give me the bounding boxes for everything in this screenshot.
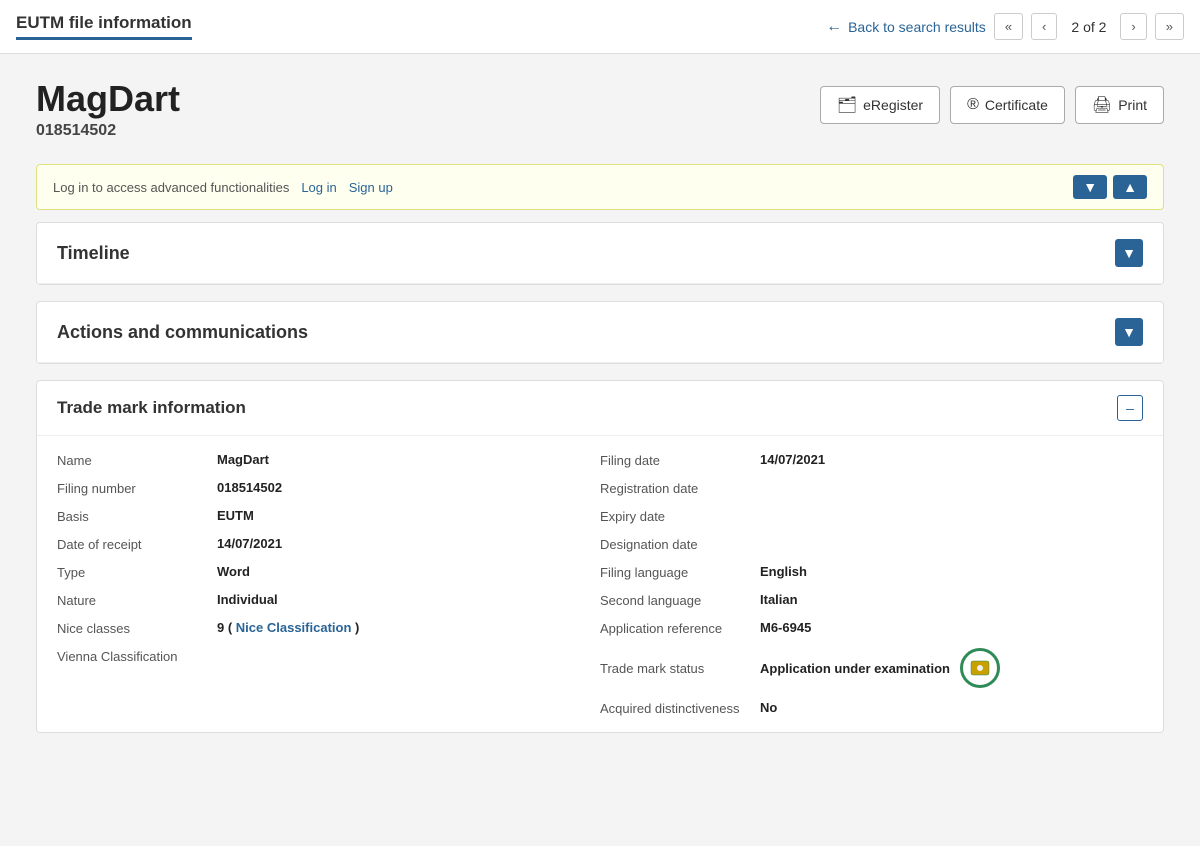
tm-row-second-language: Second language Italian <box>600 592 1143 608</box>
tm-label-designation-date: Designation date <box>600 536 760 552</box>
login-link[interactable]: Log in <box>301 180 336 195</box>
eregister-icon: 🗂 <box>837 95 857 115</box>
mark-name: MagDart <box>36 78 180 120</box>
timeline-section: Timeline ▼ <box>36 222 1164 285</box>
certificate-icon: ® <box>967 96 979 114</box>
tm-row-basis: Basis EUTM <box>57 508 600 524</box>
print-label: Print <box>1118 97 1147 113</box>
tm-label-acquired: Acquired distinctiveness <box>600 700 760 716</box>
next-page-button[interactable]: › <box>1120 13 1146 40</box>
tm-label-vienna: Vienna Classification <box>57 648 217 664</box>
tm-row-status: Trade mark status Application under exam… <box>600 648 1143 688</box>
tm-value-status: Application under examination <box>760 661 950 676</box>
tm-row-date-of-receipt: Date of receipt 14/07/2021 <box>57 536 600 552</box>
tm-value-filing-language: English <box>760 564 807 579</box>
tm-row-name: Name MagDart <box>57 452 600 468</box>
tm-label-type: Type <box>57 564 217 580</box>
banner-collapse-buttons: ▼ ▲ <box>1073 175 1147 199</box>
mark-filing-number: 018514502 <box>36 122 180 140</box>
tm-value-filing-number: 018514502 <box>217 480 282 495</box>
first-page-button[interactable]: « <box>994 13 1023 40</box>
tm-value-type: Word <box>217 564 250 579</box>
tm-value-basis: EUTM <box>217 508 254 523</box>
top-bar: EUTM file information ← Back to search r… <box>0 0 1200 54</box>
tm-label-filing-language: Filing language <box>600 564 760 580</box>
tm-label-registration-date: Registration date <box>600 480 760 496</box>
tm-row-acquired: Acquired distinctiveness No <box>600 700 1143 716</box>
tm-label-name: Name <box>57 452 217 468</box>
tm-row-nice-classes: Nice classes 9 ( Nice Classification ) <box>57 620 600 636</box>
actions-section: Actions and communications ▼ <box>36 301 1164 364</box>
main-content: MagDart 018514502 🗂 eRegister ® Certific… <box>20 54 1180 765</box>
tm-row-vienna: Vienna Classification <box>57 648 600 664</box>
trademark-left-column: Name MagDart Filing number 018514502 Bas… <box>57 452 600 716</box>
certificate-button[interactable]: ® Certificate <box>950 86 1065 124</box>
tm-value-date-of-receipt: 14/07/2021 <box>217 536 282 551</box>
trademark-toggle-button[interactable]: – <box>1117 395 1143 421</box>
timeline-toggle-button[interactable]: ▼ <box>1115 239 1143 267</box>
trademark-header: Trade mark information – <box>37 381 1163 436</box>
tm-row-nature: Nature Individual <box>57 592 600 608</box>
top-nav: ← Back to search results « ‹ 2 of 2 › » <box>826 13 1184 40</box>
tm-value-filing-date: 14/07/2021 <box>760 452 825 467</box>
trademark-info-grid: Name MagDart Filing number 018514502 Bas… <box>37 436 1163 732</box>
tm-label-second-language: Second language <box>600 592 760 608</box>
print-button[interactable]: 🖨 Print <box>1075 86 1164 124</box>
trademark-right-column: Filing date 14/07/2021 Registration date… <box>600 452 1143 716</box>
back-to-search-link[interactable]: ← Back to search results <box>826 18 986 36</box>
tm-row-app-reference: Application reference M6-6945 <box>600 620 1143 636</box>
back-arrow-icon: ← <box>826 18 842 36</box>
mark-title: MagDart 018514502 <box>36 78 180 140</box>
tm-label-date-of-receipt: Date of receipt <box>57 536 217 552</box>
tm-value-name: MagDart <box>217 452 269 467</box>
tm-row-registration-date: Registration date <box>600 480 1143 496</box>
tm-row-filing-date: Filing date 14/07/2021 <box>600 452 1143 468</box>
actions-toggle-button[interactable]: ▼ <box>1115 318 1143 346</box>
back-to-search-label: Back to search results <box>848 19 986 35</box>
tm-row-type: Type Word <box>57 564 600 580</box>
expand-all-button[interactable]: ▲ <box>1113 175 1147 199</box>
timeline-title: Timeline <box>57 243 130 264</box>
page-title: EUTM file information <box>16 13 192 40</box>
title-section: MagDart 018514502 🗂 eRegister ® Certific… <box>36 70 1164 148</box>
eregister-label: eRegister <box>863 97 923 113</box>
tm-label-app-reference: Application reference <box>600 620 760 636</box>
page-indicator: 2 of 2 <box>1065 19 1112 35</box>
tm-row-designation-date: Designation date <box>600 536 1143 552</box>
tm-value-nature: Individual <box>217 592 278 607</box>
tm-label-nice-classes: Nice classes <box>57 620 217 636</box>
tm-label-status: Trade mark status <box>600 660 760 676</box>
trademark-section-title: Trade mark information <box>57 398 246 418</box>
tm-row-expiry-date: Expiry date <box>600 508 1143 524</box>
tm-label-basis: Basis <box>57 508 217 524</box>
tm-label-expiry-date: Expiry date <box>600 508 760 524</box>
print-icon: 🖨 <box>1092 95 1112 115</box>
collapse-all-button[interactable]: ▼ <box>1073 175 1107 199</box>
login-prompt-text: Log in to access advanced functionalitie… <box>53 180 289 195</box>
status-icon <box>960 648 1000 688</box>
actions-title: Actions and communications <box>57 322 308 343</box>
tm-value-app-reference: M6-6945 <box>760 620 811 635</box>
tm-label-filing-date: Filing date <box>600 452 760 468</box>
tm-value-second-language: Italian <box>760 592 798 607</box>
nice-classification-link[interactable]: Nice Classification <box>236 620 352 635</box>
last-page-button[interactable]: » <box>1155 13 1184 40</box>
signup-link[interactable]: Sign up <box>349 180 393 195</box>
action-buttons: 🗂 eRegister ® Certificate 🖨 Print <box>820 86 1164 124</box>
tm-label-filing-number: Filing number <box>57 480 217 496</box>
actions-header[interactable]: Actions and communications ▼ <box>37 302 1163 363</box>
login-banner-text: Log in to access advanced functionalitie… <box>53 180 393 195</box>
certificate-label: Certificate <box>985 97 1048 113</box>
prev-page-button[interactable]: ‹ <box>1031 13 1057 40</box>
tm-row-filing-language: Filing language English <box>600 564 1143 580</box>
eregister-button[interactable]: 🗂 eRegister <box>820 86 940 124</box>
tm-row-filing-number: Filing number 018514502 <box>57 480 600 496</box>
tm-label-nature: Nature <box>57 592 217 608</box>
login-banner: Log in to access advanced functionalitie… <box>36 164 1164 210</box>
tm-value-nice-classes: 9 ( Nice Classification ) <box>217 620 359 635</box>
timeline-header[interactable]: Timeline ▼ <box>37 223 1163 284</box>
tm-value-acquired: No <box>760 700 777 715</box>
trademark-section: Trade mark information – Name MagDart Fi… <box>36 380 1164 733</box>
